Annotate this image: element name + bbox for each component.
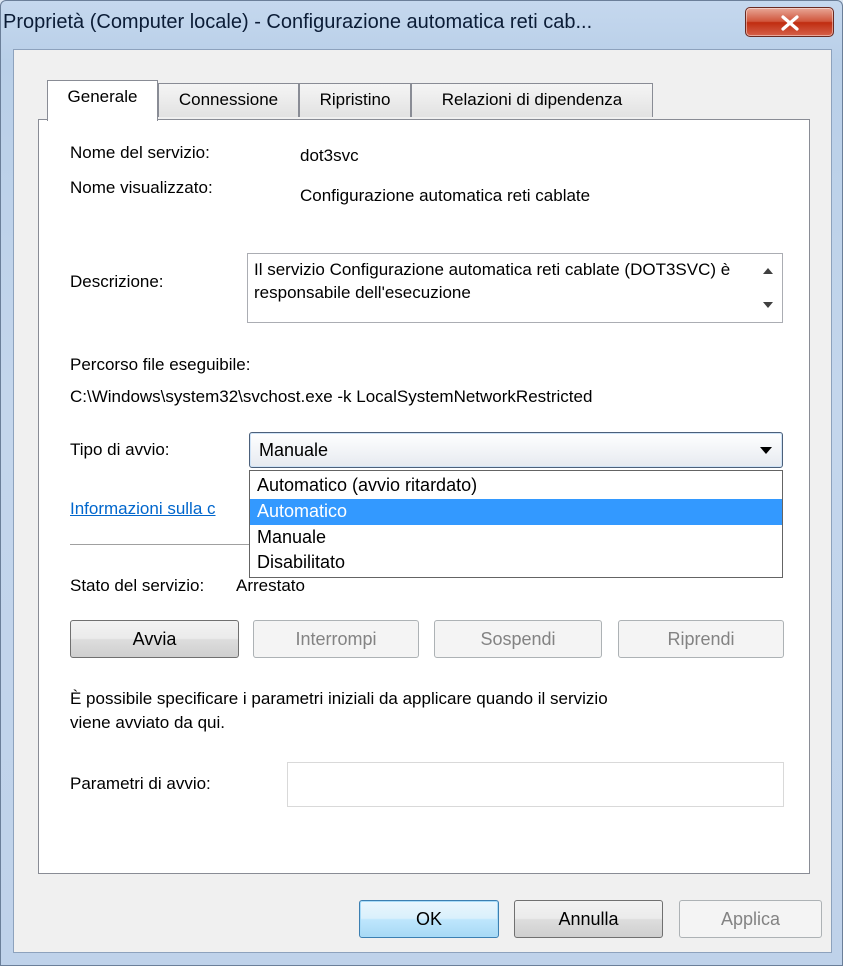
option-manuale[interactable]: Manuale [250, 525, 782, 551]
tab-generale[interactable]: Generale [47, 80, 158, 121]
apply-button[interactable]: Applica [679, 900, 822, 938]
option-disabilitato[interactable]: Disabilitato [250, 550, 782, 576]
chevron-down-icon[interactable] [760, 447, 772, 454]
description-scrollbar[interactable] [754, 254, 782, 322]
scroll-up-icon[interactable] [754, 254, 782, 288]
pause-button[interactable]: Sospendi [434, 620, 602, 658]
tab-relazioni-di-dipendenza[interactable]: Relazioni di dipendenza [411, 83, 653, 117]
startup-type-label: Tipo di avvio: [70, 440, 170, 459]
description-label: Descrizione: [70, 272, 164, 291]
option-automatico-ritardato[interactable]: Automatico (avvio ritardato) [250, 473, 782, 499]
service-name-label: Nome del servizio: [70, 143, 210, 162]
start-params-hint-line1: È possibile specificare i parametri iniz… [70, 689, 608, 708]
description-textbox[interactable]: Il servizio Configurazione automatica re… [247, 253, 783, 323]
close-icon [781, 15, 799, 31]
description-text: Il servizio Configurazione automatica re… [254, 260, 731, 302]
startup-type-dropdown: Automatico (avvio ritardato) Automatico … [249, 470, 783, 578]
window-title: Proprietà (Computer locale) - Configuraz… [3, 11, 593, 33]
stop-button[interactable]: Interrompi [253, 620, 419, 658]
tab-ripristino[interactable]: Ripristino [299, 83, 411, 117]
display-name-label: Nome visualizzato: [70, 178, 213, 197]
startup-help-link[interactable]: Informazioni sulla c [70, 499, 216, 519]
service-name-value: dot3svc [300, 146, 359, 165]
title-bar[interactable]: Proprietà (Computer locale) - Configuraz… [1, 1, 843, 41]
startup-type-select[interactable]: Manuale [249, 432, 783, 468]
resume-button[interactable]: Riprendi [618, 620, 784, 658]
startup-type-selected: Manuale [259, 440, 329, 460]
tab-connessione[interactable]: Connessione [158, 83, 299, 117]
start-params-input[interactable] [287, 762, 784, 807]
display-name-value: Configurazione automatica reti cablate [300, 186, 591, 205]
start-params-hint-line2: viene avviato da qui. [70, 713, 225, 732]
executable-path-value: C:\Windows\system32\svchost.exe -k Local… [70, 387, 593, 406]
service-status-value: Arrestato [236, 576, 305, 595]
close-button[interactable] [745, 7, 834, 37]
scroll-down-icon[interactable] [754, 288, 782, 322]
executable-path-label: Percorso file eseguibile: [70, 355, 251, 374]
cancel-button[interactable]: Annulla [514, 900, 663, 938]
ok-button[interactable]: OK [359, 900, 499, 938]
start-params-label: Parametri di avvio: [70, 774, 211, 793]
service-status-label: Stato del servizio: [70, 576, 205, 595]
start-button[interactable]: Avvia [70, 620, 239, 658]
option-automatico[interactable]: Automatico [250, 499, 782, 525]
